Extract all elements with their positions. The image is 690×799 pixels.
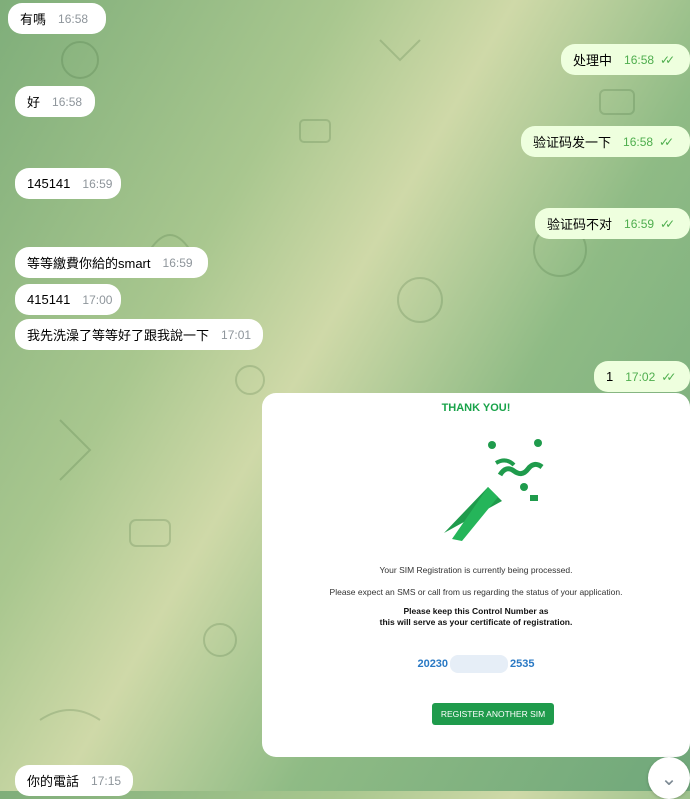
incoming-message[interactable]: 145141 16:59 (15, 168, 121, 199)
message-time: 16:58 (623, 134, 654, 149)
double-check-icon: ✓✓ (661, 369, 676, 384)
message-text: 验证码发一下 (533, 135, 612, 150)
incoming-message[interactable]: 等等繳費你給的smart 16:59 (15, 247, 208, 278)
expect-sms-text: Please expect an SMS or call from us reg… (329, 587, 623, 597)
message-text: 等等繳費你給的smart (27, 256, 151, 271)
party-popper-icon (444, 439, 544, 541)
message-text: 验证码不对 (547, 217, 613, 232)
control-number-suffix: 2535 (510, 657, 535, 670)
message-time: 16:59 (82, 176, 113, 191)
redacted-block (450, 655, 509, 673)
outgoing-message[interactable]: 验证码发一下 16:58 ✓✓ (521, 126, 690, 157)
processing-text: Your SIM Registration is currently being… (379, 565, 573, 575)
message-text: 145141 (27, 176, 71, 191)
message-text: 处理中 (573, 53, 613, 68)
message-text: 1 (606, 369, 614, 384)
message-time: 16:58 (624, 52, 655, 67)
incoming-message[interactable]: 415141 17:00 (15, 284, 121, 315)
double-check-icon: ✓✓ (660, 216, 675, 231)
outgoing-message[interactable]: 验证码不对 16:59 ✓✓ (535, 208, 690, 239)
message-text: 好 (27, 95, 41, 110)
card-title: THANK YOU! (441, 402, 511, 414)
control-number-prefix: 20230 (417, 657, 449, 670)
message-time: 17:00 (82, 292, 113, 307)
control-number: 20230 2535 (262, 655, 690, 673)
incoming-message[interactable]: 有嗎 16:58 (8, 3, 106, 34)
scroll-down-button[interactable]: ⌄ (648, 757, 690, 799)
outgoing-message[interactable]: 处理中 16:58 ✓✓ (561, 44, 690, 75)
chevron-down-icon: ⌄ (660, 767, 678, 790)
message-time: 17:02 (625, 369, 656, 384)
message-time: 16:58 (52, 94, 83, 109)
keep-number-text: Please keep this Control Number as (403, 606, 549, 616)
message-time: 16:59 (624, 216, 655, 231)
outgoing-message[interactable]: 1 17:02 ✓✓ (594, 361, 690, 392)
incoming-message[interactable]: 你的電話 17:15 (15, 765, 133, 796)
message-text: 我先洗澡了等等好了跟我說一下 (27, 328, 210, 343)
incoming-message[interactable]: 好 16:58 (15, 86, 95, 117)
incoming-message[interactable]: 我先洗澡了等等好了跟我說一下 17:01 (15, 319, 263, 350)
certificate-text: this will serve as your certificate of r… (379, 617, 573, 627)
register-another-sim-button[interactable]: REGISTER ANOTHER SIM (432, 703, 554, 725)
message-text: 有嗎 (20, 12, 47, 27)
message-text: 415141 (27, 292, 71, 307)
message-text: 你的電話 (27, 774, 80, 789)
message-time: 16:58 (58, 11, 89, 26)
double-check-icon: ✓✓ (659, 134, 674, 149)
double-check-icon: ✓✓ (660, 52, 675, 67)
message-time: 17:01 (221, 327, 252, 342)
message-time: 16:59 (162, 255, 193, 270)
sim-registration-card: THANK YOU! Your SIM Registration is curr… (262, 393, 690, 757)
message-time: 17:15 (91, 773, 122, 788)
